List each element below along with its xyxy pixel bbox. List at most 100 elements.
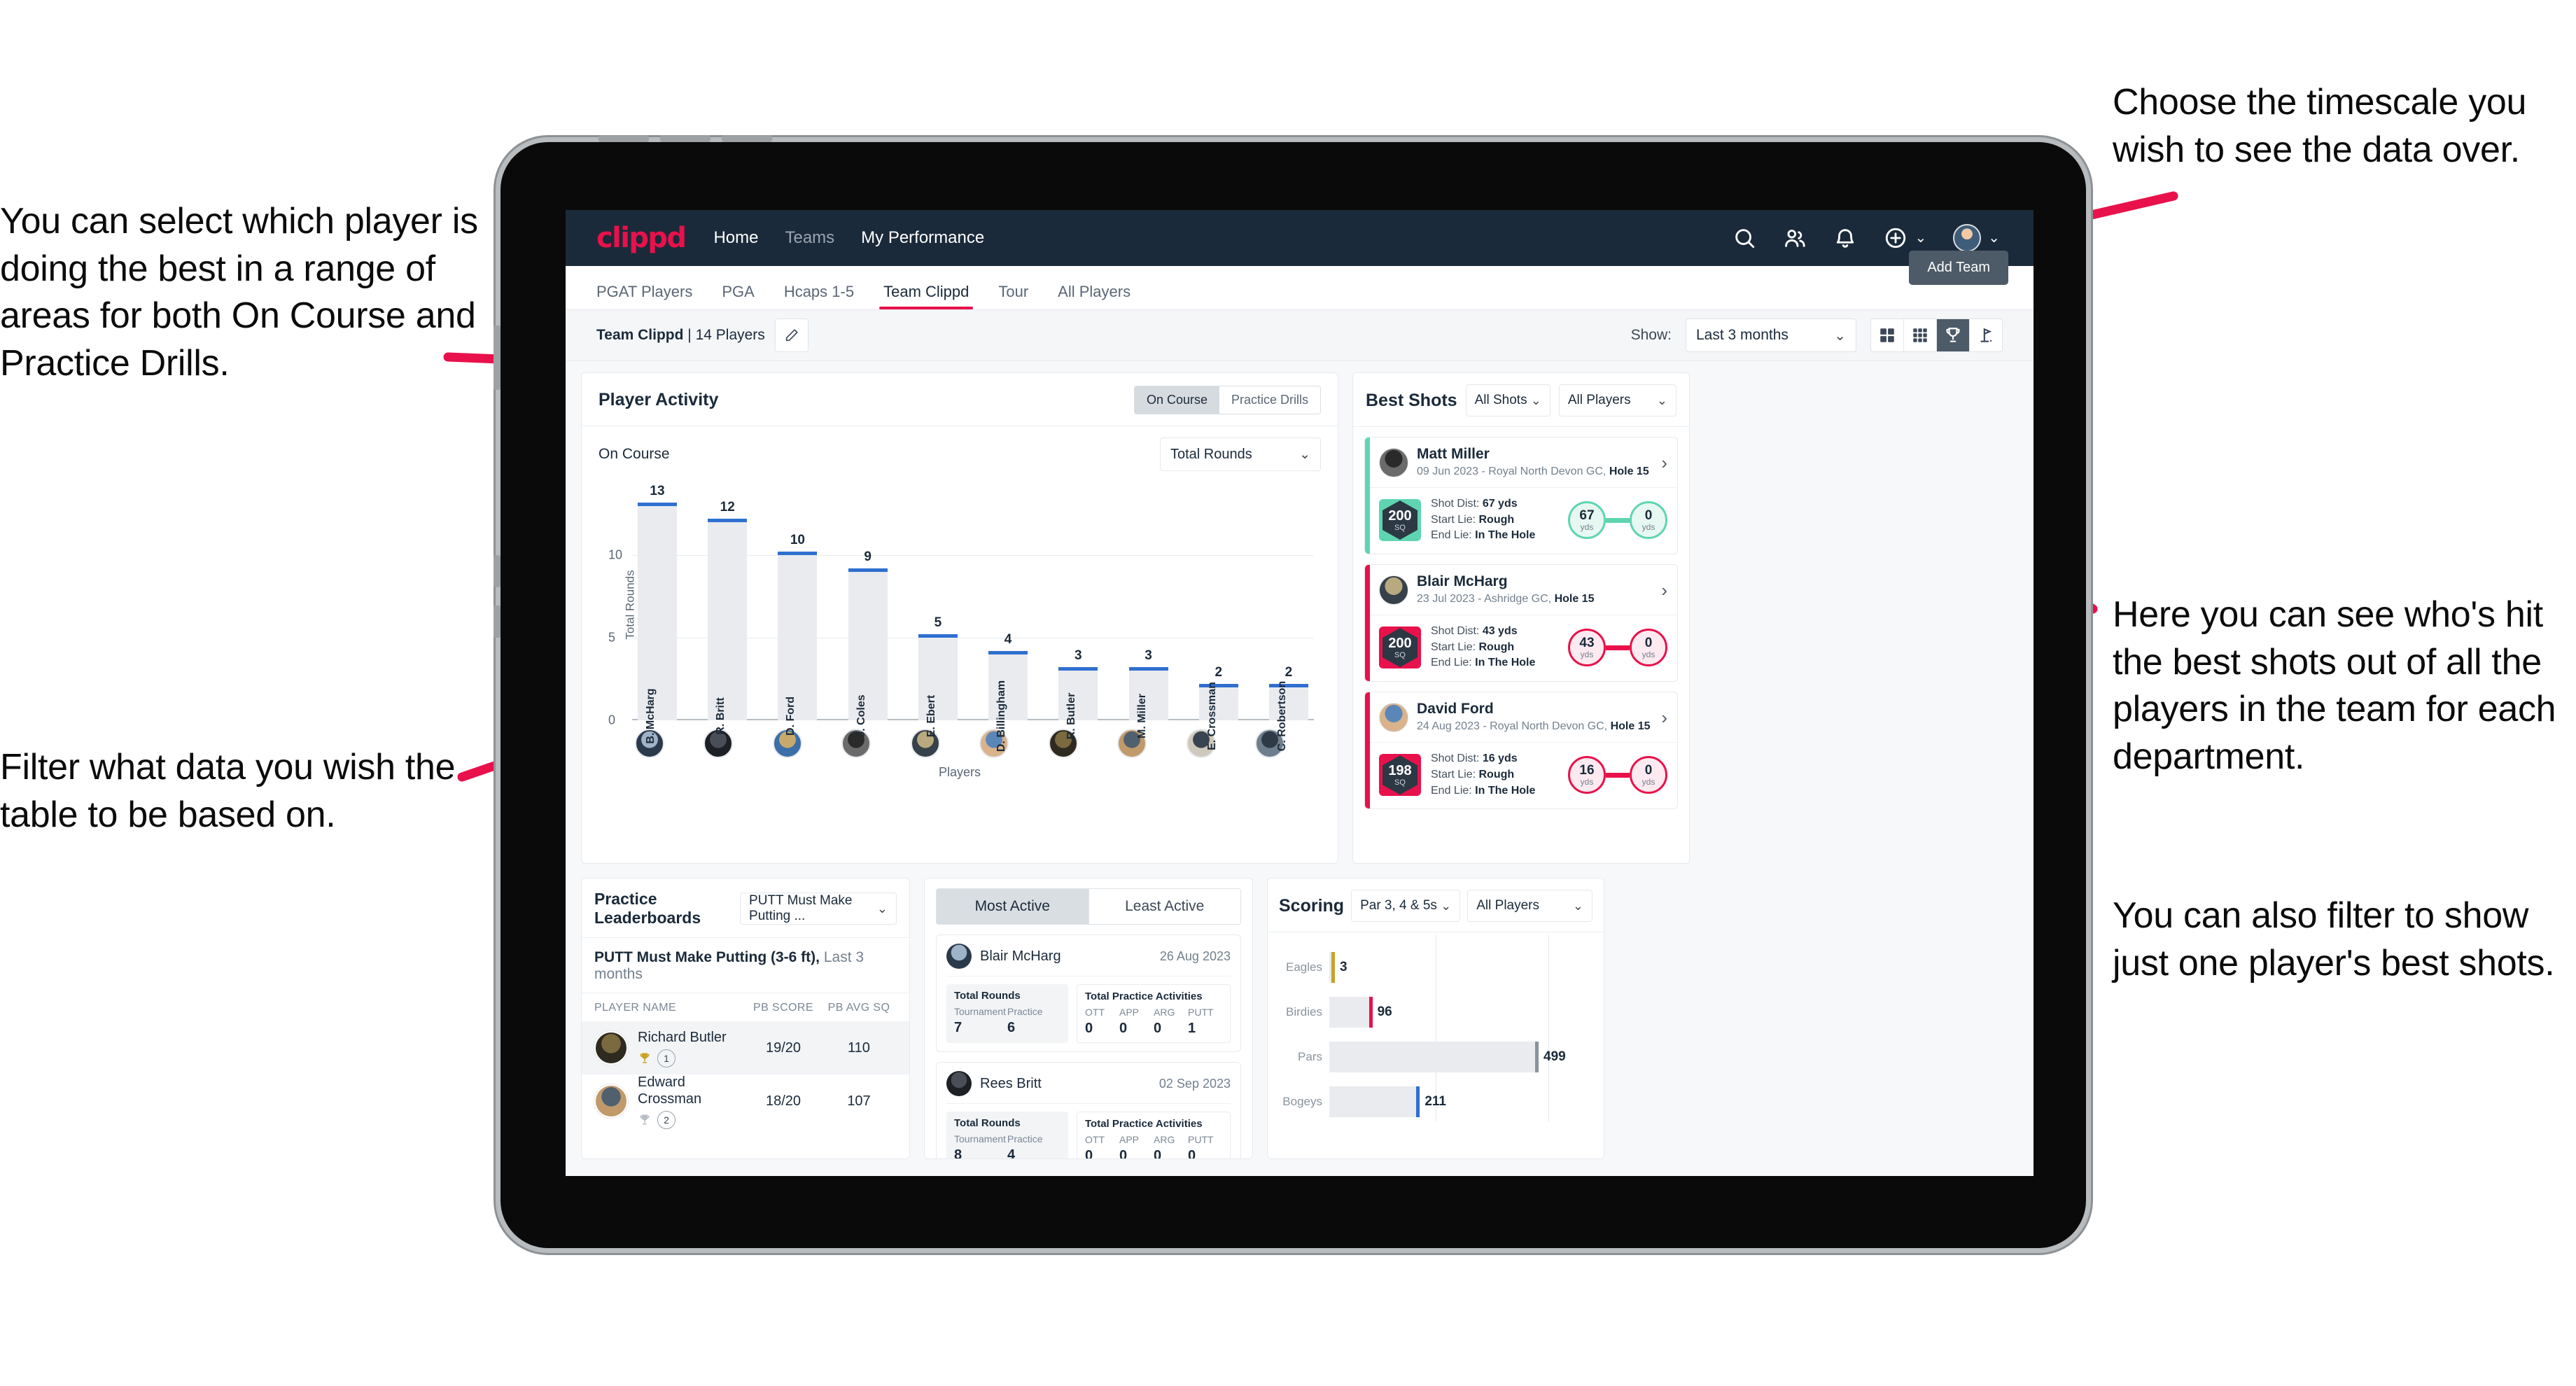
chart-bar-group[interactable]: 4 D. Billingham [988, 489, 1028, 752]
chart-bar-group[interactable]: 2 C. Robertson [1268, 489, 1308, 751]
segment-on-course[interactable]: On Course [1134, 386, 1219, 414]
chart-bar-group[interactable]: 10 D. Ford [778, 489, 818, 736]
stat-key: ARG [1154, 1007, 1175, 1018]
avatar[interactable] [594, 1031, 628, 1065]
best-shot-meta: 24 Aug 2023 - Royal North Devon GC, Hole… [1417, 720, 1651, 733]
chart-bar[interactable]: R. Britt [708, 519, 748, 735]
chart-bar-group[interactable]: 9 J. Coles [848, 489, 888, 738]
practice-activities-box: Total Practice Activities OTT 0 APP 0 ARG 0 PUT… [1077, 1112, 1231, 1159]
tab-pga[interactable]: PGA [722, 283, 754, 309]
chart-bar[interactable]: B. McHarg [638, 502, 677, 744]
tab-tour[interactable]: Tour [998, 283, 1028, 309]
chart-bar-group[interactable]: 3 M. Miller [1128, 489, 1168, 738]
tab-hcaps-1-5[interactable]: Hcaps 1-5 [784, 283, 854, 309]
tab-team-clippd[interactable]: Team Clippd [879, 283, 974, 309]
chart-bar-group[interactable]: 5 E. Ebert [918, 489, 958, 737]
pb-avg-sq-value: 110 [848, 1040, 870, 1056]
practice-leaderboards-header: Practice Leaderboards PUTT Must Make Put… [582, 878, 909, 938]
bell-icon[interactable] [1833, 226, 1857, 250]
nav-link-my-performance[interactable]: My Performance [861, 228, 984, 248]
metric-select[interactable]: Total Rounds ⌄ [1160, 438, 1321, 471]
timescale-select[interactable]: Last 3 months ⌄ [1686, 318, 1856, 352]
hexagon-icon: 198 SQ [1382, 755, 1418, 795]
chart-bar[interactable]: E. Crossman [1198, 682, 1238, 750]
search-icon[interactable] [1732, 226, 1756, 250]
best-shot-card[interactable]: David Ford 24 Aug 2023 - Royal North Devo… [1364, 692, 1678, 810]
chart-bar[interactable]: C. Robertson [1268, 681, 1308, 751]
start-lie-value: Rough [1478, 640, 1515, 653]
avatar[interactable] [946, 1071, 972, 1096]
add-menu[interactable]: ⌄ [1884, 226, 1926, 250]
avatar[interactable] [594, 1084, 628, 1118]
nav-link-teams[interactable]: Teams [785, 228, 834, 248]
app-logo[interactable]: clippd [596, 222, 687, 254]
tab-most-active[interactable]: Most Active [936, 888, 1089, 925]
table-row[interactable]: Edward Crossman 2 18/20 107 [582, 1074, 909, 1129]
avatar[interactable] [1379, 447, 1408, 477]
add-team-button[interactable]: Add Team [1909, 251, 2008, 285]
total-rounds-title: Total Rounds [954, 1117, 1021, 1129]
chart-bar-value: 3 [1074, 648, 1082, 664]
best-shot-card[interactable]: Matt Miller 09 Jun 2023 - Royal North Dev… [1364, 437, 1678, 555]
chart-bar[interactable]: J. Coles [848, 568, 888, 738]
tab-pgat-players[interactable]: PGAT Players [596, 283, 692, 309]
chart-bar-group[interactable]: 13 B. McHarg [638, 484, 677, 744]
device-volume-up-button [493, 555, 500, 587]
chevron-right-icon[interactable]: › [1661, 708, 1667, 727]
best-shots-shot-filter[interactable]: All Shots ⌄ [1465, 384, 1550, 416]
chart-bar[interactable]: M. Miller [1128, 667, 1168, 738]
plus-circle-icon[interactable] [1884, 226, 1907, 250]
chart-bar-group[interactable]: 2 E. Crossman [1198, 489, 1238, 750]
rank-badge: 2 [657, 1110, 676, 1129]
chart-bar[interactable]: D. Billingham [988, 650, 1028, 752]
people-icon[interactable] [1783, 226, 1807, 250]
tab-least-active[interactable]: Least Active [1088, 888, 1241, 925]
chevron-right-icon[interactable]: › [1661, 454, 1667, 472]
view-toggle-trophy[interactable] [1937, 319, 1970, 351]
segment-practice-drills[interactable]: Practice Drills [1219, 386, 1320, 414]
edit-team-button[interactable] [774, 318, 808, 352]
activity-item[interactable]: Rees Britt 02 Sep 2023 Total Rounds Tournam… [936, 1062, 1241, 1159]
chart-bar-value: 9 [864, 549, 872, 564]
view-toggle-grid-4[interactable] [1871, 319, 1904, 351]
drill-select[interactable]: PUTT Must Make Putting ... ⌄ [740, 892, 897, 925]
best-shots-player-filter[interactable]: All Players ⌄ [1558, 384, 1676, 416]
nav-link-home[interactable]: Home [713, 228, 758, 248]
avatar[interactable] [1379, 703, 1408, 733]
chart-bar-group[interactable]: 12 R. Britt [708, 489, 748, 735]
chart-bar[interactable]: D. Ford [778, 552, 818, 736]
chart-bar-group[interactable]: 3 R. Butler [1058, 489, 1098, 739]
view-toggle-golf-flag[interactable] [1970, 319, 2002, 351]
tab-all-players[interactable]: All Players [1058, 283, 1130, 309]
scoring-bar-cap [1416, 1086, 1420, 1117]
chart-bar[interactable]: R. Butler [1058, 667, 1098, 739]
best-shot-header: Blair McHarg 23 Jul 2023 - Ashridge GC, H… [1365, 565, 1677, 616]
chevron-down-icon: ⌄ [1988, 230, 2000, 246]
dashboard-row-1: Player Activity On Course Practice Drill… [581, 372, 2018, 864]
best-shot-card[interactable]: Blair McHarg 23 Jul 2023 - Ashridge GC, H… [1364, 564, 1678, 682]
chevron-down-icon: ⌄ [1441, 898, 1452, 913]
device-button-top-1 [598, 135, 649, 142]
scoring-player-filter[interactable]: All Players ⌄ [1467, 890, 1592, 922]
shot-end-value: 0 [1644, 636, 1653, 651]
table-row[interactable]: Richard Butler 1 19/20 110 [582, 1021, 909, 1074]
stat-value: 0 [1119, 1148, 1128, 1159]
avatar[interactable] [1953, 224, 1982, 252]
shot-connector [1606, 772, 1630, 778]
best-shot-hole: Hole 15 [1554, 593, 1595, 606]
chart-bar-label: M. Miller [1135, 693, 1148, 739]
chart-bar[interactable]: E. Ebert [918, 634, 958, 737]
chevron-right-icon[interactable]: › [1661, 581, 1667, 599]
avatar[interactable] [946, 944, 972, 969]
user-menu[interactable]: ⌄ [1953, 224, 2000, 252]
avatar[interactable] [1379, 575, 1408, 606]
grid-9-icon [1913, 328, 1927, 342]
device-volume-down-button [493, 606, 500, 638]
activity-item[interactable]: Blair McHarg 26 Aug 2023 Total Rounds Tourn… [936, 934, 1241, 1052]
chart-bar-cap [638, 502, 677, 506]
view-toggle-grid-9[interactable] [1904, 319, 1937, 351]
stat-value: 1 [1188, 1021, 1196, 1036]
scoring-par-filter[interactable]: Par 3, 4 & 5s ⌄ [1351, 890, 1461, 922]
scoring-bar-cap [1331, 952, 1335, 983]
stat-key: Practice [1007, 1006, 1043, 1017]
